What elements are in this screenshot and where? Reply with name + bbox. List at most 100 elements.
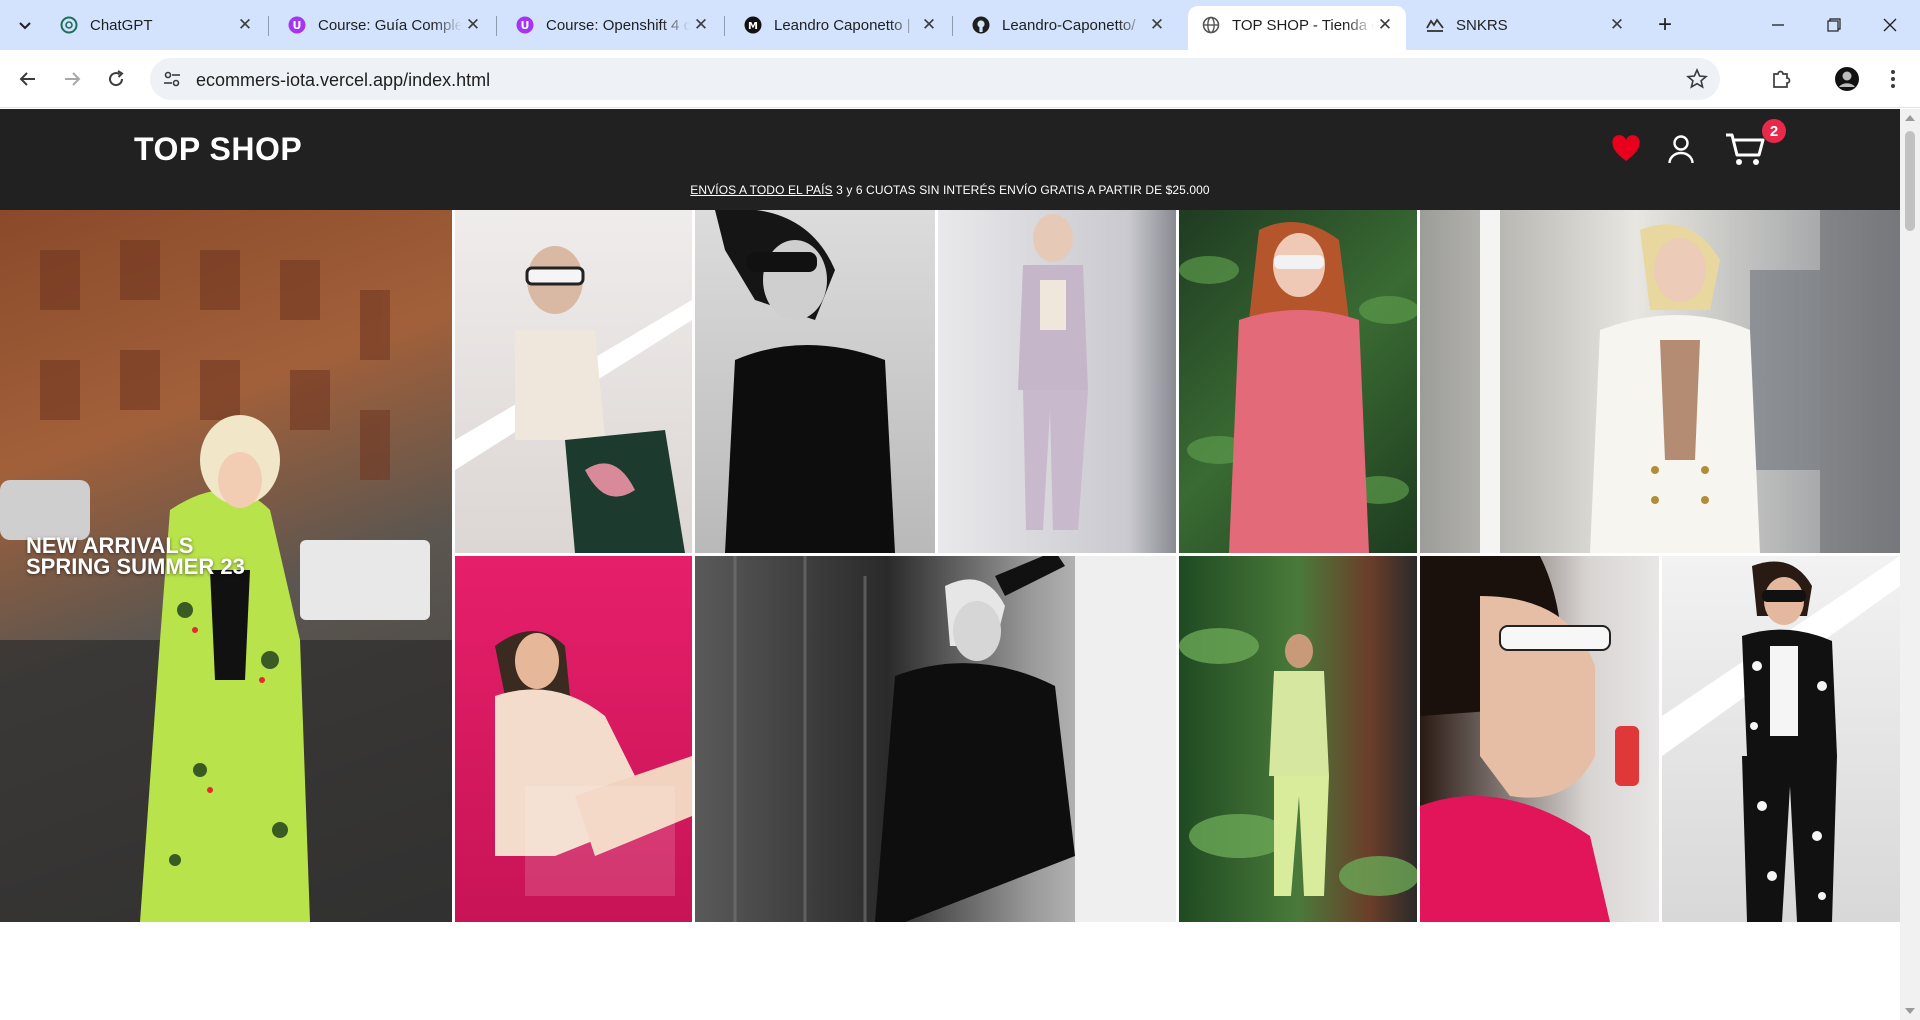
web-page: TOP SHOP 2 ENVÍOS A TODO EL PAÍS 3 y 6 C… (0, 109, 1900, 1020)
gallery-tile-profile-pink[interactable] (1420, 556, 1659, 922)
user-account-button[interactable] (1661, 129, 1701, 169)
photo-graphic (1018, 214, 1088, 530)
chevron-down-icon (19, 22, 31, 30)
tab-search-button[interactable] (8, 8, 42, 42)
chatgpt-icon (60, 16, 78, 34)
browser-toolbar: ecommers-iota.vercel.app/index.html (0, 50, 1920, 108)
tab-separator (724, 16, 725, 36)
gallery-tile-lilac-suit[interactable] (938, 210, 1176, 553)
scroll-down-arrow[interactable] (1905, 1008, 1915, 1014)
svg-text:M: M (748, 21, 758, 32)
kebab-menu-icon (1891, 70, 1895, 88)
close-tab-icon[interactable]: ✕ (234, 14, 256, 36)
site-info-icon[interactable] (162, 69, 182, 89)
arrow-right-icon (65, 72, 81, 86)
gallery-tile-black-tank-bw[interactable] (695, 210, 935, 553)
fashion-gallery: NEW ARRIVALS SPRING SUMMER 23 (0, 210, 1900, 922)
github-icon (972, 16, 990, 34)
close-tab-icon[interactable]: ✕ (918, 14, 940, 36)
photo-graphic (455, 246, 692, 553)
gallery-tile-white-blazer[interactable] (1420, 210, 1900, 553)
tab-separator (268, 16, 269, 36)
promo-shipping-link[interactable]: ENVÍOS A TODO EL PAÍS (690, 183, 832, 197)
page-scrollbar[interactable] (1900, 109, 1920, 1020)
globe-icon (1202, 16, 1220, 34)
hero-caption-line1: NEW ARRIVALS (26, 533, 194, 558)
forward-button[interactable] (56, 63, 88, 95)
close-tab-icon[interactable]: ✕ (1606, 14, 1628, 36)
scrollbar-thumb[interactable] (1905, 131, 1915, 231)
tab-leandro-profile[interactable]: M Leandro Caponetto | ✕ (730, 6, 950, 44)
extensions-button[interactable] (1766, 64, 1796, 94)
promo-text: 3 y 6 CUOTAS SIN INTERÉS ENVÍO GRATIS A … (832, 183, 1210, 197)
minimize-button[interactable] (1750, 0, 1806, 50)
tab-title: ChatGPT (90, 16, 153, 34)
photo-graphic (1179, 628, 1417, 896)
tab-snkrs[interactable]: SNKRS ✕ (1412, 6, 1638, 44)
photo-graphic (1420, 556, 1639, 922)
close-tab-icon[interactable]: ✕ (690, 14, 712, 36)
photo-graphic (715, 210, 895, 553)
gallery-tile-cream-suit-pink[interactable] (455, 556, 692, 922)
gallery-tile-white-sunglasses[interactable] (455, 210, 692, 553)
cart-count-badge: 2 (1762, 119, 1786, 143)
profile-avatar[interactable] (1832, 64, 1862, 94)
puzzle-icon (1773, 70, 1791, 88)
gallery-tile-hero[interactable]: NEW ARRIVALS SPRING SUMMER 23 (0, 210, 452, 922)
back-button[interactable] (12, 63, 44, 95)
browser-menu-button[interactable] (1878, 64, 1908, 94)
user-icon (1668, 135, 1694, 164)
hero-caption-line2: SPRING SUMMER 23 (26, 554, 245, 579)
close-tab-icon[interactable]: ✕ (1374, 14, 1396, 36)
tab-title: Leandro-Caponetto/ (1002, 16, 1136, 34)
svg-text:U: U (293, 19, 302, 32)
bookmark-star-icon[interactable] (1686, 68, 1708, 90)
snkrs-icon (1426, 16, 1444, 34)
gallery-tile-pink-jumpsuit[interactable] (1179, 210, 1417, 553)
photo-graphic (733, 556, 1176, 922)
reload-icon (109, 70, 124, 87)
tab-course-guia[interactable]: U Course: Guía Comple ✕ (274, 6, 494, 44)
gallery-tile-black-blazer-bw[interactable] (695, 556, 1176, 922)
photo-graphic (1179, 222, 1417, 553)
photo-graphic (1662, 556, 1900, 922)
tab-title: Course: Openshift 4 c (546, 16, 690, 34)
tab-topshop-active[interactable]: TOP SHOP - Tienda c ✕ (1188, 6, 1406, 50)
tab-separator (496, 16, 497, 36)
tab-title: SNKRS (1456, 16, 1508, 34)
tab-github[interactable]: Leandro-Caponetto/ ✕ (958, 6, 1178, 44)
favorites-button[interactable] (1606, 129, 1646, 169)
photo-graphic (495, 631, 692, 896)
gallery-tile-print-suit[interactable] (1662, 556, 1900, 922)
restore-icon (1827, 18, 1841, 32)
url-text[interactable]: ecommers-iota.vercel.app/index.html (196, 70, 490, 91)
tab-title: Leandro Caponetto | (774, 16, 911, 34)
heart-icon (1612, 135, 1640, 161)
tab-title: Course: Guía Comple (318, 16, 462, 34)
scroll-up-arrow[interactable] (1905, 115, 1915, 121)
profile-icon: M (744, 16, 762, 34)
new-tab-button[interactable]: + (1650, 10, 1680, 40)
gallery-tile-lime-suit[interactable] (1179, 556, 1417, 922)
site-logo[interactable]: TOP SHOP (134, 131, 302, 168)
arrow-left-icon (19, 72, 35, 86)
photo-graphic (1480, 210, 1900, 553)
close-tab-icon[interactable]: ✕ (1146, 14, 1168, 36)
tab-course-openshift[interactable]: U Course: Openshift 4 c ✕ (502, 6, 722, 44)
course-icon: U (288, 16, 306, 34)
tab-chatgpt[interactable]: ChatGPT ✕ (46, 6, 266, 44)
restore-button[interactable] (1806, 0, 1862, 50)
tab-separator (952, 16, 953, 36)
close-icon (1883, 18, 1897, 32)
close-window-button[interactable] (1862, 0, 1918, 50)
hero-caption: NEW ARRIVALS SPRING SUMMER 23 (26, 533, 245, 579)
site-header: TOP SHOP 2 ENVÍOS A TODO EL PAÍS 3 y 6 C… (0, 109, 1900, 210)
minimize-icon (1772, 24, 1784, 26)
avatar-icon (1835, 67, 1859, 91)
address-bar[interactable]: ecommers-iota.vercel.app/index.html (150, 58, 1720, 100)
browser-tab-strip: ChatGPT ✕ U Course: Guía Comple ✕ U Cour… (0, 0, 1920, 50)
reload-button[interactable] (100, 63, 132, 95)
shopping-cart-icon (1726, 133, 1765, 165)
close-tab-icon[interactable]: ✕ (462, 14, 484, 36)
promo-bar: ENVÍOS A TODO EL PAÍS 3 y 6 CUOTAS SIN I… (0, 183, 1900, 197)
